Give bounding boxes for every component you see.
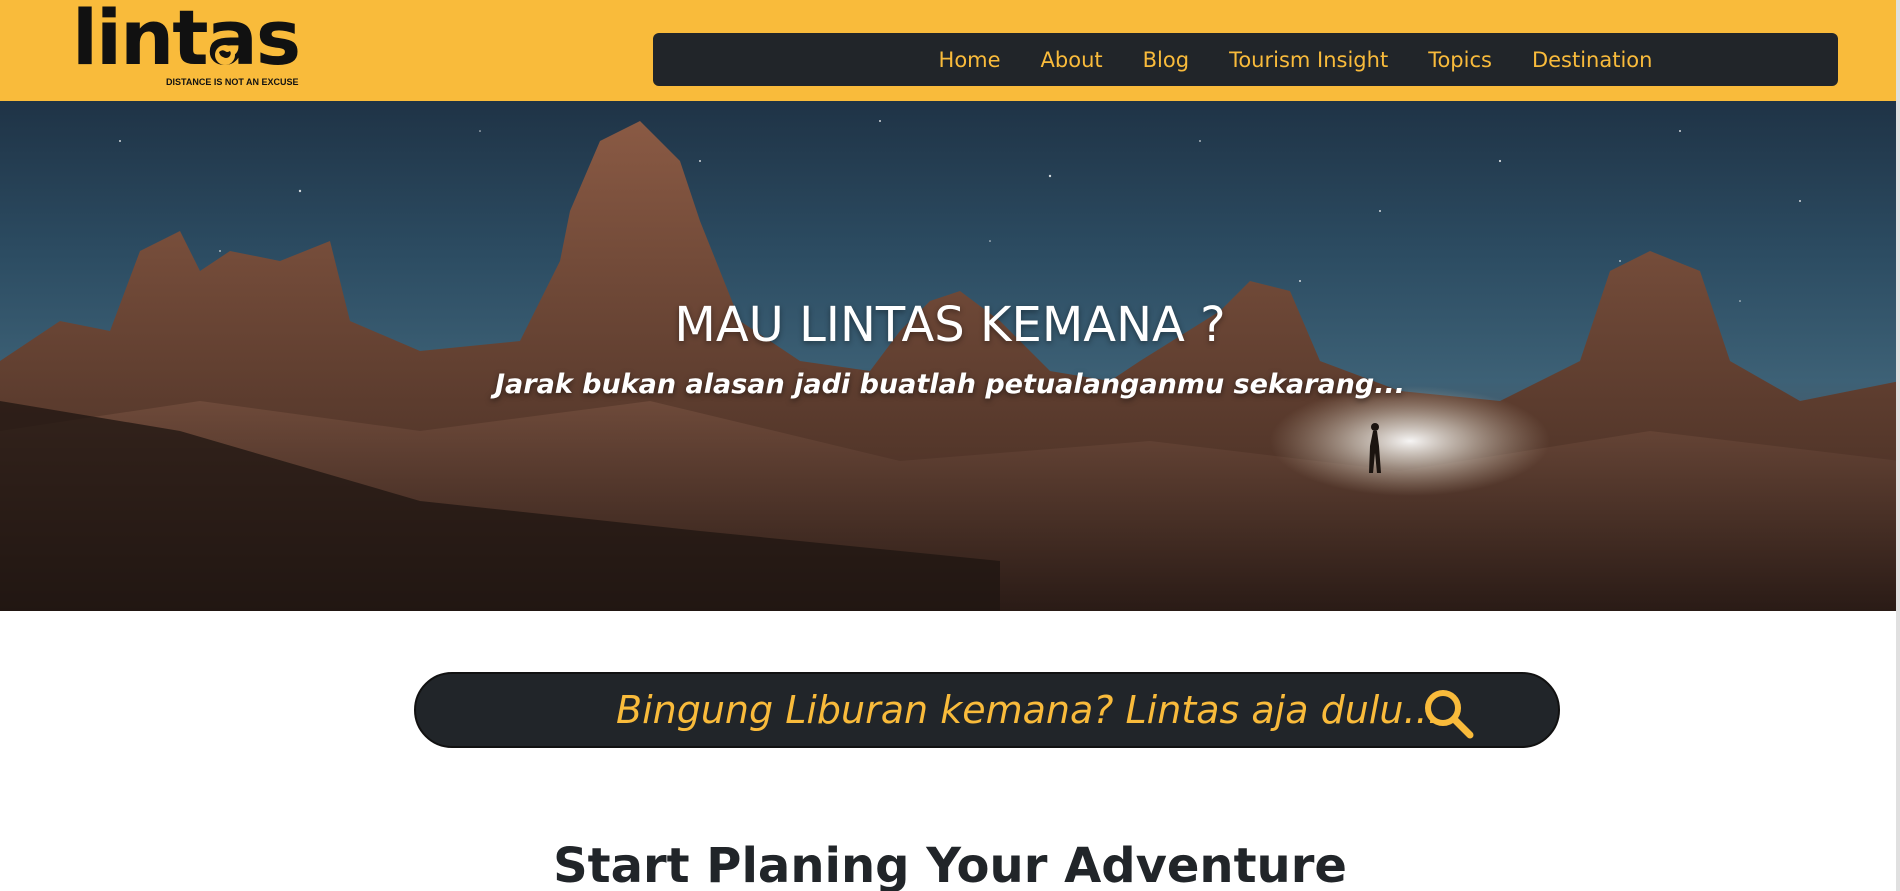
nav-destination[interactable]: Destination — [1532, 48, 1653, 72]
nav-tourism-insight[interactable]: Tourism Insight — [1229, 48, 1388, 72]
section-title: Start Planing Your Adventure — [553, 838, 1347, 891]
logo[interactable]: lintas DISTANCE IS NOT AN EXCUSE — [72, 0, 302, 90]
nav-topics[interactable]: Topics — [1428, 48, 1492, 72]
hero-subtitle: Jarak bukan alasan jadi buatlah petualan… — [495, 369, 1405, 400]
globe-icon — [215, 45, 235, 65]
hero-background-image — [0, 120, 1900, 611]
logo-tagline: DISTANCE IS NOT AN EXCUSE — [166, 77, 299, 87]
hero-title: MAU LINTAS KEMANA ? — [674, 297, 1226, 353]
search-placeholder: Bingung Liburan kemana? Lintas aja dulu.… — [616, 688, 1440, 732]
scrollbar[interactable] — [1896, 0, 1900, 891]
search-icon[interactable] — [1421, 686, 1477, 742]
main-nav: Home About Blog Tourism Insight Topics D… — [653, 33, 1838, 86]
nav-blog[interactable]: Blog — [1143, 48, 1189, 72]
nav-home[interactable]: Home — [939, 48, 1001, 72]
search-bar[interactable]: Bingung Liburan kemana? Lintas aja dulu.… — [414, 672, 1560, 748]
logo-text: lintas — [72, 0, 301, 82]
site-header: lintas DISTANCE IS NOT AN EXCUSE Home Ab… — [0, 0, 1900, 101]
nav-about[interactable]: About — [1041, 48, 1103, 72]
hero-banner: MAU LINTAS KEMANA ? Jarak bukan alasan j… — [0, 101, 1900, 611]
